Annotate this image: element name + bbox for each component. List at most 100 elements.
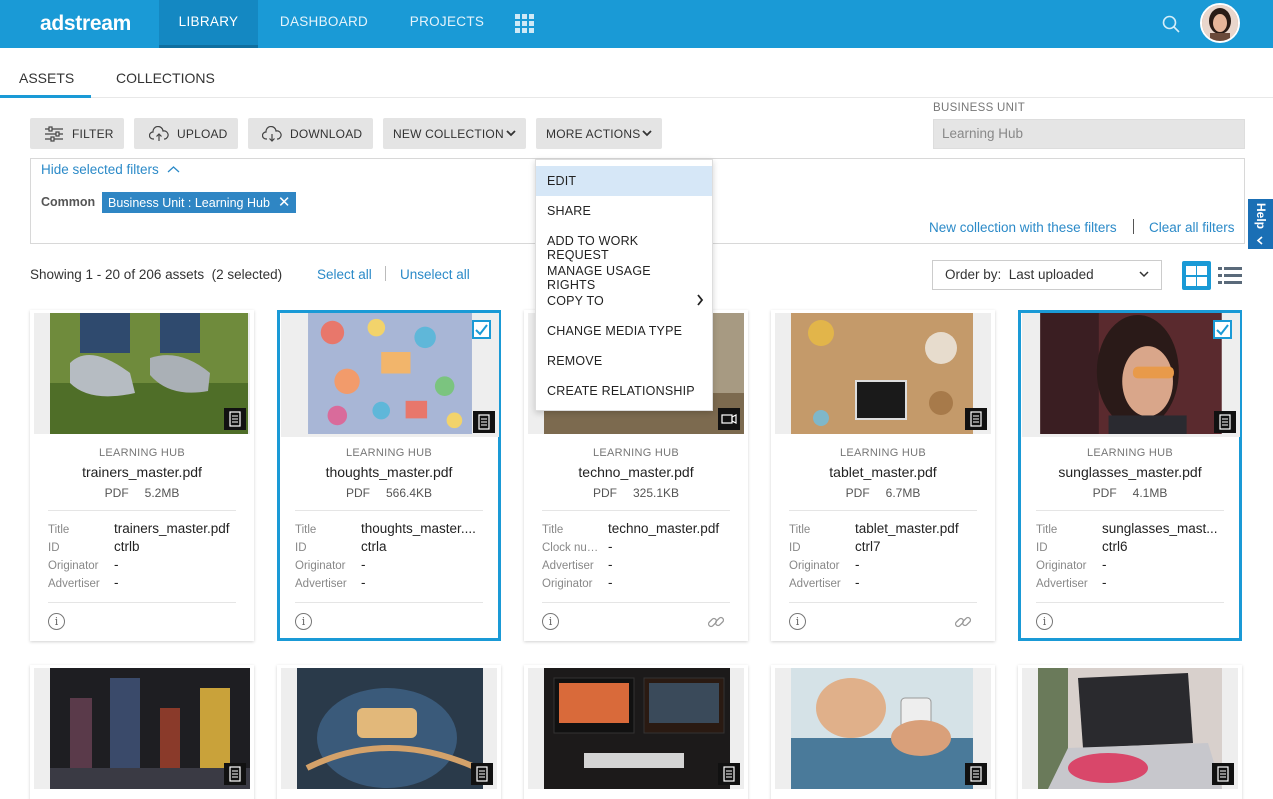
results-count: Showing 1 - 20 of 206 assets (2 selected… bbox=[30, 267, 283, 282]
asset-thumbnail[interactable] bbox=[281, 313, 499, 437]
asset-card-selected[interactable]: LEARNING HUB sunglasses_master.pdf PDF 4.… bbox=[1018, 310, 1242, 641]
thumbnail-image bbox=[50, 668, 250, 789]
new-collection-button[interactable]: NEW COLLECTION bbox=[383, 118, 526, 149]
menu-item-create-relationship[interactable]: CREATE RELATIONSHIP bbox=[536, 376, 712, 406]
asset-card[interactable] bbox=[277, 665, 501, 799]
asset-thumbnail[interactable] bbox=[34, 313, 250, 434]
close-icon[interactable]: ✕ bbox=[278, 195, 291, 210]
new-collection-filters-link[interactable]: New collection with these filters bbox=[929, 220, 1117, 235]
list-view-button[interactable] bbox=[1218, 266, 1242, 286]
clear-all-filters-link[interactable]: Clear all filters bbox=[1149, 220, 1235, 235]
select-all-link[interactable]: Select all bbox=[317, 267, 372, 282]
help-label: Help bbox=[1254, 203, 1268, 230]
meta-value: techno_master.pdf bbox=[608, 521, 720, 536]
asset-thumbnail[interactable] bbox=[775, 313, 991, 434]
info-icon[interactable]: i bbox=[542, 613, 559, 630]
file-name[interactable]: thoughts_master.pdf bbox=[280, 464, 498, 480]
file-name[interactable]: techno_master.pdf bbox=[524, 464, 748, 480]
asset-card-selected[interactable]: LEARNING HUB thoughts_master.pdf PDF 566.… bbox=[277, 310, 501, 641]
menu-item-add-to-work-request[interactable]: ADD TO WORK REQUEST bbox=[536, 226, 712, 262]
asset-card[interactable] bbox=[771, 665, 995, 799]
asset-card[interactable] bbox=[524, 665, 748, 799]
menu-item-remove[interactable]: REMOVE bbox=[536, 346, 712, 376]
meta-key: ID bbox=[48, 542, 60, 554]
info-icon[interactable]: i bbox=[295, 613, 312, 630]
file-type: PDF bbox=[1092, 486, 1117, 500]
logo[interactable]: adstream bbox=[40, 12, 131, 36]
meta-row: Originator - bbox=[1036, 557, 1226, 575]
meta-value: trainers_master.pdf bbox=[114, 521, 230, 536]
help-tab[interactable]: Help bbox=[1248, 199, 1273, 249]
tab-assets[interactable]: ASSETS bbox=[19, 70, 74, 86]
filter-button[interactable]: FILTER bbox=[30, 118, 124, 149]
asset-card[interactable]: LEARNING HUB trainers_master.pdf PDF 5.2M… bbox=[30, 310, 254, 641]
filter-button-label: FILTER bbox=[72, 126, 114, 141]
asset-thumbnail[interactable] bbox=[1022, 668, 1238, 789]
meta-key: Advertiser bbox=[542, 560, 594, 572]
grid-view-button[interactable] bbox=[1182, 261, 1211, 290]
nav-tab-dashboard[interactable]: DASHBOARD bbox=[270, 0, 378, 48]
active-tab-indicator bbox=[0, 95, 91, 98]
asset-card[interactable]: LEARNING HUB tablet_master.pdf PDF 6.7MB … bbox=[771, 310, 995, 641]
checkbox-checked[interactable] bbox=[1213, 320, 1232, 339]
asset-card[interactable] bbox=[30, 665, 254, 799]
tab-collections[interactable]: COLLECTIONS bbox=[116, 70, 215, 86]
file-meta: PDF 325.1KB bbox=[524, 486, 748, 500]
asset-thumbnail[interactable] bbox=[34, 668, 250, 789]
thumbnail-image bbox=[1038, 668, 1222, 789]
more-actions-button[interactable]: MORE ACTIONS bbox=[536, 118, 662, 149]
document-type-icon bbox=[1212, 763, 1234, 785]
user-avatar[interactable] bbox=[1200, 3, 1240, 43]
business-unit: LEARNING HUB bbox=[592, 447, 680, 459]
menu-item-share[interactable]: SHARE bbox=[536, 196, 712, 226]
asset-card[interactable] bbox=[1018, 665, 1242, 799]
order-by-select[interactable]: Order by: Last uploaded bbox=[932, 260, 1162, 290]
menu-item-manage-usage-rights[interactable]: MANAGE USAGE RIGHTS bbox=[536, 256, 712, 292]
business-unit-field[interactable]: Learning Hub bbox=[933, 119, 1245, 149]
info-icon[interactable]: i bbox=[48, 613, 65, 630]
asset-thumbnail[interactable] bbox=[528, 668, 744, 789]
file-type: PDF bbox=[845, 486, 870, 500]
file-type: PDF bbox=[104, 486, 129, 500]
meta-value: - bbox=[361, 557, 366, 572]
asset-thumbnail[interactable] bbox=[775, 668, 991, 789]
filter-chip[interactable]: Business Unit : Learning Hub ✕ bbox=[102, 192, 297, 213]
info-icon[interactable]: i bbox=[789, 613, 806, 630]
file-name[interactable]: sunglasses_master.pdf bbox=[1021, 464, 1239, 480]
nav-tab-projects[interactable]: PROJECTS bbox=[402, 0, 492, 48]
chevron-right-icon bbox=[697, 294, 704, 306]
file-type: PDF bbox=[345, 486, 370, 500]
apps-grid-icon[interactable] bbox=[515, 14, 534, 33]
file-name[interactable]: tablet_master.pdf bbox=[771, 464, 995, 480]
download-button[interactable]: DOWNLOAD bbox=[248, 118, 373, 149]
file-meta: PDF 566.4KB bbox=[280, 486, 498, 500]
thumbnail-image bbox=[1040, 313, 1222, 434]
upload-button[interactable]: UPLOAD bbox=[134, 118, 238, 149]
file-type: PDF bbox=[592, 486, 617, 500]
info-icon[interactable]: i bbox=[1036, 613, 1053, 630]
meta-key: Title bbox=[542, 524, 564, 536]
meta-row: Originator - bbox=[789, 557, 979, 575]
menu-item-edit[interactable]: EDIT bbox=[536, 166, 712, 196]
unselect-all-link[interactable]: Unselect all bbox=[400, 267, 470, 282]
more-actions-label: MORE ACTIONS bbox=[546, 126, 641, 141]
asset-thumbnail[interactable] bbox=[1022, 313, 1240, 437]
file-meta: PDF 6.7MB bbox=[771, 486, 995, 500]
thumbnail-image bbox=[297, 668, 483, 789]
more-actions-menu: EDIT SHARE ADD TO WORK REQUEST MANAGE US… bbox=[535, 159, 713, 411]
asset-thumbnail[interactable] bbox=[281, 668, 497, 789]
hide-filters-link[interactable]: Hide selected filters bbox=[41, 162, 180, 177]
link-icon[interactable] bbox=[706, 612, 726, 632]
divider bbox=[295, 602, 483, 603]
meta-key: Clock num... bbox=[542, 542, 604, 554]
meta-value: ctrl6 bbox=[1102, 539, 1128, 554]
nav-tab-library[interactable]: LIBRARY bbox=[159, 0, 258, 48]
link-icon[interactable] bbox=[953, 612, 973, 632]
meta-key: ID bbox=[295, 542, 307, 554]
menu-item-copy-to[interactable]: COPY TO bbox=[536, 286, 712, 316]
cloud-upload-icon bbox=[149, 125, 169, 141]
menu-item-change-media-type[interactable]: CHANGE MEDIA TYPE bbox=[536, 316, 712, 346]
search-icon[interactable] bbox=[1161, 14, 1181, 34]
checkbox-checked[interactable] bbox=[472, 320, 491, 339]
file-name[interactable]: trainers_master.pdf bbox=[30, 464, 254, 480]
